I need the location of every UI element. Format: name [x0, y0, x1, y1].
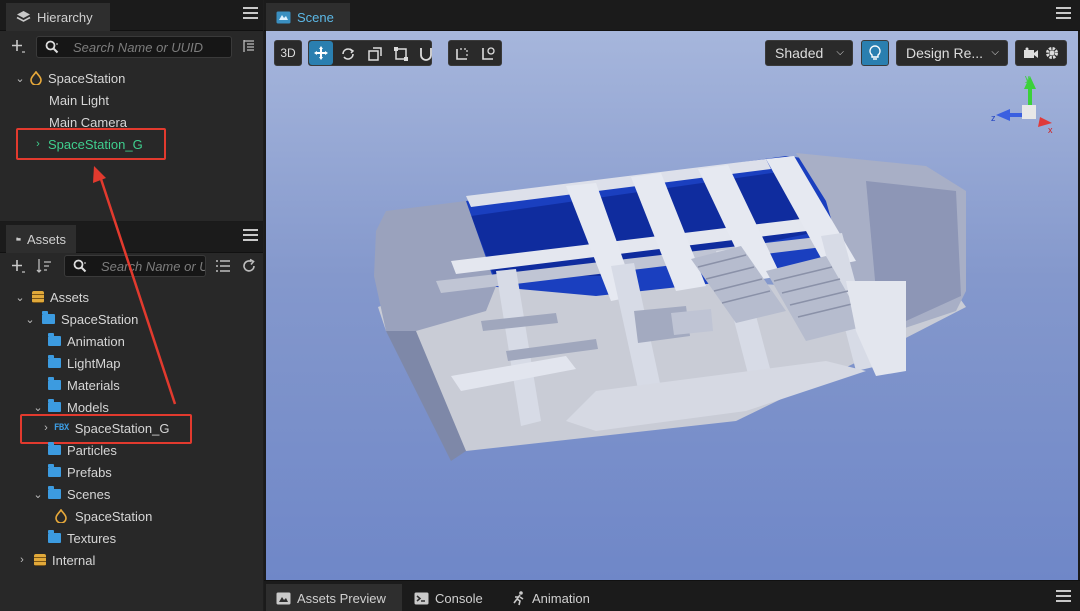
- gizmo-x-label: x: [1048, 125, 1053, 135]
- tab-label: Assets Preview: [297, 590, 386, 606]
- tab-animation[interactable]: Animation: [502, 584, 602, 611]
- gear-icon: [1046, 47, 1058, 59]
- resolution-dropdown[interactable]: Design Re... ⌵: [896, 40, 1008, 66]
- shading-dropdown[interactable]: Shaded ⌵: [765, 40, 853, 66]
- chevron-down-icon: ⌵: [836, 47, 844, 58]
- chevron-down-icon: ⌵: [991, 47, 999, 58]
- tab-console[interactable]: Console: [404, 584, 498, 611]
- move-icon: [314, 46, 328, 60]
- bottom-menu-icon[interactable]: [1056, 590, 1071, 604]
- tab-assets-preview[interactable]: Assets Preview: [266, 584, 402, 611]
- resolution-value: Design Re...: [906, 45, 984, 61]
- camera-settings-button[interactable]: [1015, 40, 1067, 66]
- tab-scene[interactable]: Scene: [266, 3, 350, 31]
- spacestation-model[interactable]: [266, 31, 1078, 580]
- pivot-icon[interactable]: [454, 46, 470, 62]
- scene-tabbar: Scene: [264, 0, 1080, 31]
- scene-title: Scene: [297, 9, 334, 25]
- move-tool-button[interactable]: [309, 41, 333, 65]
- scale-icon[interactable]: [367, 46, 383, 62]
- rotate-icon[interactable]: [340, 46, 356, 62]
- running-figure-icon: [513, 590, 524, 605]
- orientation-gizmo[interactable]: y z x: [990, 71, 1060, 141]
- annotation-arrow: [93, 166, 177, 405]
- scene-menu-icon[interactable]: [1056, 7, 1071, 21]
- scene-viewport[interactable]: 3D Shaded ⌵ Design Re... ⌵ y z x: [266, 31, 1078, 580]
- image-icon: [276, 592, 291, 604]
- tab-label: Console: [435, 590, 483, 606]
- scene-panel: Scene 3D Shaded ⌵ Design Re... ⌵ y z x: [264, 0, 1080, 580]
- local-global-icon[interactable]: [480, 46, 496, 62]
- lighting-toggle-button[interactable]: [861, 40, 889, 66]
- lightbulb-icon: [869, 45, 881, 60]
- toggle-3d-button[interactable]: 3D: [274, 40, 302, 66]
- tab-label: Animation: [532, 590, 590, 606]
- camera-icon: [1024, 47, 1038, 58]
- shading-value: Shaded: [775, 45, 824, 61]
- console-icon: [414, 592, 429, 604]
- gizmo-y-label: y: [1025, 73, 1030, 83]
- rect-tool-icon[interactable]: [393, 46, 409, 62]
- gizmo-z-label: z: [991, 113, 996, 123]
- scene-icon: [276, 11, 291, 23]
- snap-icon[interactable]: [419, 46, 433, 62]
- bottom-tabbar: Assets Preview Console Animation: [264, 580, 1080, 611]
